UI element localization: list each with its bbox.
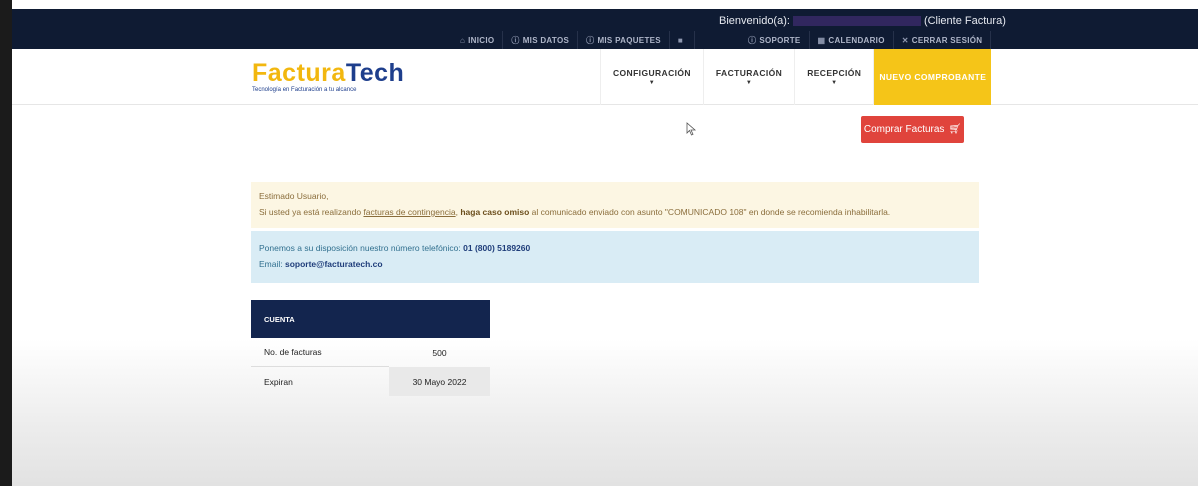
table-row: Expiran 30 Mayo 2022 xyxy=(251,367,490,396)
info-icon: ⓘ xyxy=(511,35,520,45)
nav-video[interactable]: ■ xyxy=(670,31,696,49)
video-icon: ■ xyxy=(677,35,684,45)
info-icon: ⓘ xyxy=(586,35,595,45)
logo-tagline: Tecnología en Facturación a tu alcance xyxy=(252,87,357,93)
menu-facturacion[interactable]: FACTURACIÓN ▼ xyxy=(702,49,794,105)
nav-mis-paquetes-label: MIS PAQUETES xyxy=(597,35,661,45)
nav-mis-paquetes[interactable]: ⓘ MIS PAQUETES xyxy=(578,31,670,49)
menu-facturacion-label: FACTURACIÓN xyxy=(715,68,783,78)
menu-recepcion-label: RECEPCIÓN xyxy=(807,68,862,78)
close-icon: ✕ xyxy=(901,35,909,45)
table-row: No. de facturas 500 xyxy=(251,338,490,367)
alert-bold: haga caso omiso xyxy=(460,207,530,217)
contingency-link[interactable]: facturas de contingencia xyxy=(363,207,455,217)
home-icon: ⌂ xyxy=(460,35,466,45)
invoice-count-label: No. de facturas xyxy=(251,338,389,367)
alert-message: Si usted ya está realizando facturas de … xyxy=(259,204,971,220)
welcome-text: Bienvenido(a): (Cliente Factura) xyxy=(719,15,1006,27)
menu-configuracion[interactable]: CONFIGURACIÓN ▼ xyxy=(600,49,703,105)
menu-recepcion[interactable]: RECEPCIÓN ▼ xyxy=(794,49,873,105)
nav-cerrar-sesion[interactable]: ✕ CERRAR SESIÓN xyxy=(894,31,992,49)
contact-info-alert: Ponemos a su disposición nuestro número … xyxy=(251,231,979,283)
phone-line: Ponemos a su disposición nuestro número … xyxy=(259,240,971,256)
user-name-redacted xyxy=(792,16,921,27)
logo-brand-b: Tech xyxy=(345,59,405,87)
comprar-facturas-button[interactable]: Comprar Facturas 🛒︎ xyxy=(861,116,964,143)
top-nav-right: ⓘ SOPORTE ▦ CALENDARIO ✕ CERRAR SESIÓN xyxy=(740,31,992,49)
top-bar: Bienvenido(a): (Cliente Factura) ⌂ INICIO… xyxy=(12,9,1198,49)
welcome-prefix: Bienvenido(a): xyxy=(719,15,790,27)
phone-number: 01 (800) 5189260 xyxy=(463,243,531,253)
alert-greeting: Estimado Usuario, xyxy=(259,191,329,201)
nuevo-comprobante-button[interactable]: NUEVO COMPROBANTE xyxy=(873,49,992,105)
calendar-icon: ▦ xyxy=(817,35,826,45)
contingency-alert: Estimado Usuario, Si usted ya está reali… xyxy=(251,182,979,228)
nuevo-comprobante-label: NUEVO COMPROBANTE xyxy=(879,72,987,82)
chevron-down-icon: ▼ xyxy=(648,80,656,86)
welcome-suffix: (Cliente Factura) xyxy=(923,15,1006,27)
expiry-value: 30 Mayo 2022 xyxy=(389,367,490,396)
window-frame-bottom xyxy=(0,486,1198,501)
nav-inicio[interactable]: ⌂ INICIO xyxy=(452,31,504,49)
comprar-facturas-label: Comprar Facturas xyxy=(863,124,945,135)
account-header: CUENTA xyxy=(251,300,490,338)
nav-cerrar-sesion-label: CERRAR SESIÓN xyxy=(911,35,983,45)
main-nav: FacturaTech Tecnología en Facturación a … xyxy=(12,49,1198,105)
alert-text-3: al comunicado enviado con asunto "COMUNI… xyxy=(529,207,891,217)
email-prefix: Email: xyxy=(259,259,285,269)
nav-mis-datos-label: MIS DATOS xyxy=(522,35,570,45)
support-email[interactable]: soporte@facturatech.co xyxy=(285,259,383,269)
nav-soporte-label: SOPORTE xyxy=(759,35,801,45)
nav-soporte[interactable]: ⓘ SOPORTE xyxy=(740,31,810,49)
chevron-down-icon: ▼ xyxy=(745,80,753,86)
main-menu: CONFIGURACIÓN ▼ FACTURACIÓN ▼ RECEPCIÓN … xyxy=(600,49,992,105)
nav-calendario-label: CALENDARIO xyxy=(828,35,885,45)
invoice-count-value: 500 xyxy=(432,347,447,358)
mouse-cursor-icon xyxy=(686,122,697,136)
menu-configuracion-label: CONFIGURACIÓN xyxy=(613,68,691,78)
window-frame-left xyxy=(0,0,12,501)
logo[interactable]: FacturaTech Tecnología en Facturación a … xyxy=(252,59,405,94)
alert-text-1: Si usted ya está realizando xyxy=(259,207,364,217)
support-icon: ⓘ xyxy=(748,35,757,45)
account-table: CUENTA No. de facturas 500 Expiran 30 Ma… xyxy=(251,300,490,396)
chevron-down-icon: ▼ xyxy=(831,80,838,86)
expiry-label: Expiran xyxy=(264,376,293,387)
nav-calendario[interactable]: ▦ CALENDARIO xyxy=(810,31,894,49)
phone-prefix: Ponemos a su disposición nuestro número … xyxy=(259,243,464,253)
logo-brand-a: Factura xyxy=(252,59,346,87)
top-nav-left: ⌂ INICIO ⓘ MIS DATOS ⓘ MIS PAQUETES ■ xyxy=(452,31,696,49)
email-line: Email: soporte@facturatech.co xyxy=(259,256,971,272)
nav-inicio-label: INICIO xyxy=(468,35,495,45)
nav-mis-datos[interactable]: ⓘ MIS DATOS xyxy=(503,31,579,49)
cart-icon: 🛒︎ xyxy=(948,124,962,135)
page: Bienvenido(a): (Cliente Factura) ⌂ INICIO… xyxy=(12,9,1198,486)
window-frame-top xyxy=(0,0,1198,9)
logo-brand: FacturaTech xyxy=(252,59,405,87)
